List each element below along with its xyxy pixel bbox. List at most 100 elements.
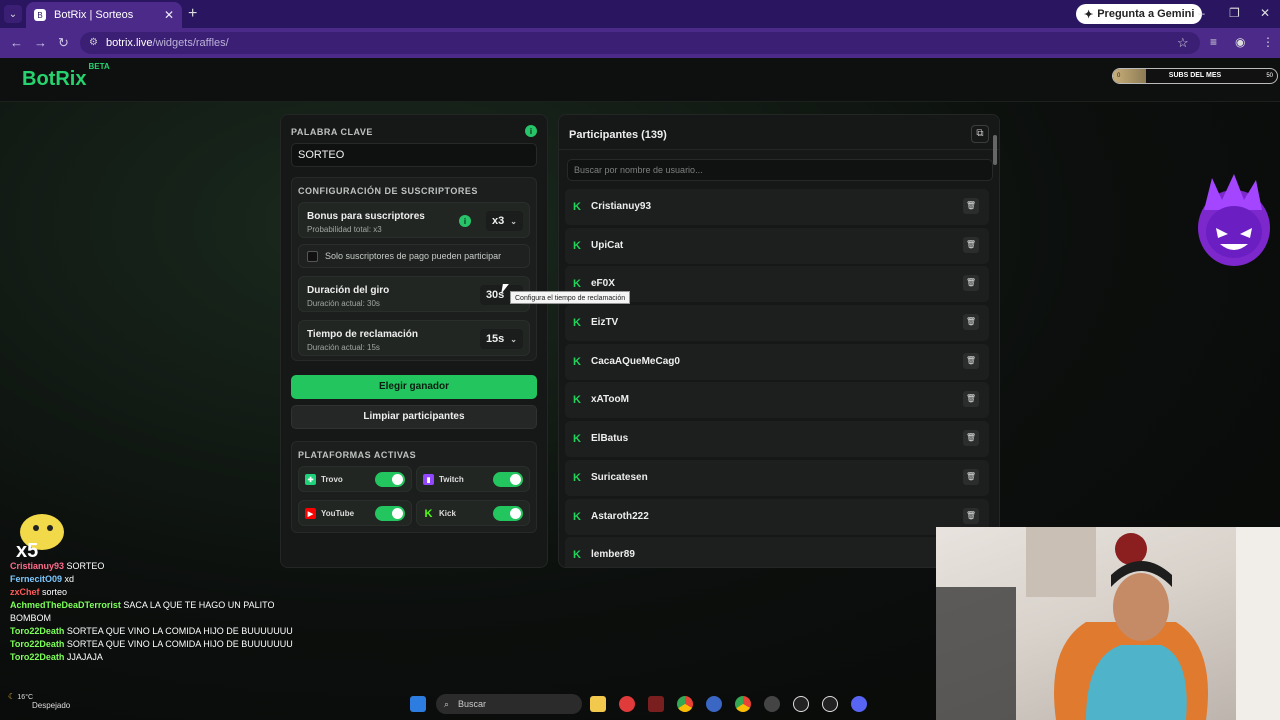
twitch-toggle[interactable] — [493, 472, 523, 487]
new-tab-icon[interactable]: + — [188, 5, 197, 23]
chrome-active-icon[interactable] — [735, 696, 751, 712]
participant-name: lember89 — [591, 549, 635, 561]
chat-message: Toro22Death SORTEA QUE VINO LA COMIDA HI… — [10, 625, 300, 638]
trash-icon[interactable]: 🗑 — [963, 314, 979, 331]
trash-icon[interactable]: 🗑 — [963, 198, 979, 214]
trash-icon[interactable]: 🗑 — [963, 275, 979, 292]
back-icon[interactable]: ← — [10, 35, 23, 50]
botrix-favicon-icon: B — [34, 9, 46, 21]
trash-icon[interactable]: 🗑 — [963, 507, 979, 524]
platform-twitch: ▮ Twitch — [416, 466, 530, 492]
close-icon[interactable]: ✕ — [164, 8, 174, 22]
browser-tab[interactable]: B BotRix | Sorteos ✕ — [26, 2, 182, 28]
reload-icon[interactable]: ↻ — [58, 35, 69, 51]
chat-username: Toro22Death — [10, 626, 65, 636]
trash-icon[interactable]: 🗑 — [963, 468, 979, 485]
info-icon[interactable]: i — [525, 125, 537, 137]
cast-icon[interactable]: ≡ — [1210, 35, 1217, 49]
platform-youtube: ▶ YouTube — [298, 500, 412, 526]
weather-widget[interactable]: ☾ 16°C Despejado — [8, 692, 70, 710]
chrome-icon[interactable] — [677, 696, 693, 712]
site-info-icon[interactable]: ⚙ — [89, 32, 98, 54]
participant-name: xATooM — [591, 394, 629, 406]
only-paid-subs-row[interactable]: Solo suscriptores de pago pueden partici… — [298, 244, 530, 268]
maximize-icon[interactable]: ❐ — [1229, 6, 1240, 20]
kick-icon: K — [424, 507, 433, 520]
chat-message: Toro22Death SORTEA QUE VINO LA COMIDA HI… — [10, 638, 300, 651]
spin-duration-subtitle: Duración actual: 30s — [307, 299, 380, 308]
youtube-toggle[interactable] — [375, 506, 405, 521]
chat-message: Cristianuy93 SORTEO — [10, 560, 300, 573]
windows-start-icon[interactable] — [410, 696, 426, 712]
participants-scrollbar[interactable] — [993, 135, 997, 165]
bonus-select[interactable]: x3 ⌄ — [486, 211, 523, 231]
forward-icon[interactable]: → — [34, 35, 47, 50]
active-platforms-section: PLATAFORMAS ACTIVAS ✚ Trovo ▮ Twitch ▶ Y… — [291, 441, 537, 533]
participant-row: K Astaroth222 🗑 — [565, 498, 989, 535]
only-paid-subs-checkbox[interactable] — [307, 251, 318, 262]
participant-row: K CacaAQueMeCag0 🗑 — [565, 343, 989, 380]
trovo-toggle[interactable] — [375, 472, 405, 487]
url-host: botrix.live — [106, 37, 153, 49]
keyword-label: PALABRA CLAVE — [291, 127, 373, 137]
browser-tab-bar: ⌄ B BotRix | Sorteos ✕ + ✦ Pregunta a Ge… — [0, 0, 1280, 28]
obs-icon[interactable] — [764, 696, 780, 712]
chat-username: Toro22Death — [10, 652, 65, 662]
raffle-settings-panel: PALABRA CLAVE i SORTEO CONFIGURACIÓN DE … — [280, 114, 548, 568]
participant-row: K EizTV 🗑 — [565, 305, 989, 342]
file-explorer-icon[interactable] — [590, 696, 606, 712]
chat-username: FernecitO09 — [10, 574, 63, 584]
platform-kick: K Kick — [416, 500, 530, 526]
menu-icon[interactable]: ⋮ — [1262, 35, 1274, 49]
keyword-input[interactable]: SORTEO — [291, 143, 537, 167]
clear-participants-button[interactable]: Limpiar participantes — [291, 405, 537, 429]
url-path: /widgets/raffles/ — [152, 37, 229, 49]
trash-icon[interactable]: 🗑 — [963, 236, 979, 253]
kick-icon: K — [573, 317, 581, 330]
browser-icon[interactable] — [706, 696, 722, 712]
profile-icon[interactable]: ◉ — [1235, 35, 1245, 49]
participant-row: KxATooM 🗑 — [565, 382, 989, 419]
discord-icon[interactable] — [851, 696, 867, 712]
chat-avatar-badge: x5 — [10, 510, 66, 564]
chat-text: sorteo — [42, 587, 68, 597]
minimize-icon[interactable]: – — [1198, 6, 1205, 20]
url-field[interactable]: ⚙ botrix.live/widgets/raffles/ — [80, 32, 1200, 54]
search-icon: ⌕ — [444, 699, 450, 709]
copy-icon[interactable]: ⧉ — [971, 125, 989, 143]
trash-icon[interactable]: 🗑 — [963, 430, 979, 447]
subs-count-right: 50 — [1266, 73, 1273, 79]
taskbar-search[interactable]: ⌕ Buscar — [436, 694, 582, 714]
kick-icon: K — [573, 549, 581, 562]
botrix-logo[interactable]: BotRixBETA — [22, 62, 110, 91]
bonus-info-icon[interactable]: i — [459, 215, 471, 227]
app-icon[interactable] — [648, 696, 664, 712]
kick-icon: K — [573, 433, 581, 446]
tab-search-icon[interactable]: ⌄ — [4, 5, 22, 23]
unreal-icon-2[interactable] — [822, 696, 838, 712]
pick-winner-button[interactable]: Elegir ganador — [291, 375, 537, 399]
participant-name: Suricatesen — [591, 471, 648, 483]
participant-search-input[interactable]: Buscar por nombre de usuario... — [567, 159, 993, 181]
bookmark-star-icon[interactable]: ☆ — [1177, 35, 1189, 51]
beta-badge: BETA — [88, 62, 110, 72]
chevron-down-icon: ⌄ — [510, 334, 517, 344]
kick-icon: K — [573, 355, 581, 368]
chat-message: Toro22Death JJAJAJA — [10, 651, 300, 664]
participants-list: K Cristianuy93 🗑 K UpiCat 🗑 KeF0X 🗑 K EizTV 🗑 K Caca… — [565, 189, 989, 567]
trash-icon[interactable]: 🗑 — [963, 391, 979, 408]
gemini-button[interactable]: ✦ Pregunta a Gemini — [1076, 4, 1203, 24]
chat-text: SORTEO — [66, 561, 105, 571]
media-player-icon[interactable] — [619, 696, 635, 712]
window-close-icon[interactable]: ✕ — [1260, 6, 1270, 20]
participant-row: K ElBatus 🗑 — [565, 421, 989, 458]
kick-toggle[interactable] — [493, 506, 523, 521]
chat-text: SORTEA QUE VINO LA COMIDA HIJO DE BUUUUU… — [66, 626, 293, 636]
unreal-icon[interactable] — [793, 696, 809, 712]
claim-time-select[interactable]: 15s ⌄ — [479, 329, 523, 349]
trash-icon[interactable]: 🗑 — [963, 352, 979, 369]
kick-icon: K — [573, 394, 581, 407]
kick-icon: K — [573, 201, 581, 213]
participant-row: Klember89🗑 — [565, 537, 989, 567]
kick-icon: K — [573, 471, 581, 484]
